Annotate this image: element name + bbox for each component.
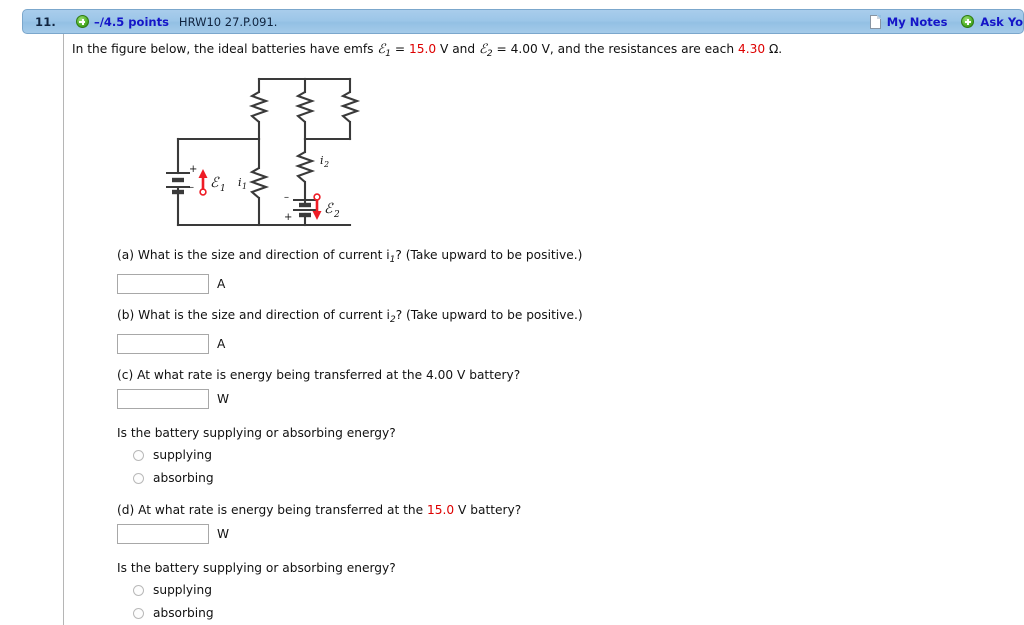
circuit-svg: + – ℰ 1 – + ℰ 2 i 1 i 2 bbox=[166, 77, 361, 227]
plus-circle-icon[interactable] bbox=[75, 15, 89, 28]
part-c-followup-question: Is the battery supplying or absorbing en… bbox=[117, 426, 396, 440]
emf1-direction-arrow bbox=[198, 169, 208, 196]
part-a-answer-row: A bbox=[117, 274, 582, 294]
points-label: –/4.5 points bbox=[93, 14, 169, 29]
part-c-question-pre: (c) At what rate is energy being transfe… bbox=[117, 368, 426, 382]
part-d-answer-input[interactable] bbox=[117, 524, 209, 544]
part-a-question-tail: ? (Take upward to be positive.) bbox=[395, 248, 583, 262]
left-divider-rule bbox=[63, 34, 64, 625]
part-d-followup-question: Is the battery supplying or absorbing en… bbox=[117, 561, 396, 575]
radio-button-icon[interactable] bbox=[133, 584, 144, 596]
part-b-unit: A bbox=[217, 337, 226, 351]
intro-text-1: In the figure below, the ideal batteries… bbox=[72, 42, 378, 56]
part-d-option-absorbing[interactable]: absorbing bbox=[133, 606, 521, 620]
radio-button-icon[interactable] bbox=[133, 449, 144, 461]
part-b-question: (b) What is the size and direction of cu… bbox=[117, 307, 583, 328]
equals-1: = bbox=[391, 42, 409, 56]
battery2-minus-sign: – bbox=[284, 192, 289, 203]
note-page-icon[interactable] bbox=[869, 14, 881, 29]
emf1-value: 15.0 bbox=[408, 42, 437, 56]
part-c-answer-input[interactable] bbox=[117, 389, 209, 409]
part-c-question-post: V battery? bbox=[453, 368, 521, 382]
part-d-answer-row: W bbox=[117, 524, 521, 544]
part-c-answer-row: W bbox=[117, 389, 520, 409]
question-number: 11. bbox=[35, 14, 56, 29]
part-b-answer-input[interactable] bbox=[117, 334, 209, 354]
part-a-answer-input[interactable] bbox=[117, 274, 209, 294]
resistance-value: 4.30 bbox=[737, 42, 766, 56]
emf1-figure-subscript: 1 bbox=[220, 184, 226, 194]
i2-label: i bbox=[320, 154, 324, 167]
part-d-unit: W bbox=[217, 527, 230, 541]
part-c-option-supplying[interactable]: supplying bbox=[133, 448, 520, 462]
battery1-plus-sign: + bbox=[189, 164, 197, 175]
resistor-top-middle bbox=[294, 91, 316, 123]
resistor-top-left bbox=[248, 91, 270, 123]
part-a-question-text: (a) What is the size and direction of cu… bbox=[117, 248, 390, 262]
emf2-symbol: ℰ bbox=[479, 42, 487, 57]
emf2-value: 4.00 bbox=[510, 42, 538, 56]
part-a-unit: A bbox=[217, 277, 226, 291]
question-content: In the figure below, the ideal batteries… bbox=[72, 41, 1012, 63]
emf1-figure-label: ℰ bbox=[210, 175, 220, 191]
part-b-answer-row: A bbox=[117, 334, 583, 354]
part-d-option-supplying[interactable]: supplying bbox=[133, 583, 521, 597]
part-d-question-value: 15.0 bbox=[427, 503, 455, 517]
part-d-question-pre: (d) At what rate is energy being transfe… bbox=[117, 503, 428, 517]
part-c-option-absorbing-label: absorbing bbox=[153, 471, 214, 485]
battery1-minus-sign: – bbox=[189, 182, 194, 193]
plus-circle-icon-ask[interactable] bbox=[961, 15, 975, 28]
part-d-option-absorbing-label: absorbing bbox=[153, 606, 214, 620]
part-c-option-supplying-label: supplying bbox=[153, 448, 212, 462]
radio-button-icon[interactable] bbox=[133, 607, 144, 619]
resistor-i1 bbox=[248, 167, 270, 199]
question-header-bar: 11. –/4.5 points HRW10 27.P.091. My Note… bbox=[22, 9, 1024, 34]
part-c-unit: W bbox=[217, 392, 230, 406]
part-a: (a) What is the size and direction of cu… bbox=[117, 247, 582, 294]
part-b-question-text: (b) What is the size and direction of cu… bbox=[117, 308, 390, 322]
radio-button-icon[interactable] bbox=[133, 472, 144, 484]
part-d-option-supplying-label: supplying bbox=[153, 583, 212, 597]
part-c: (c) At what rate is energy being transfe… bbox=[117, 367, 520, 485]
ohm-unit: Ω. bbox=[765, 42, 783, 56]
intro-text-3: V, and the resistances are each bbox=[537, 42, 738, 56]
emf2-figure-subscript: 2 bbox=[333, 210, 340, 220]
equals-2: = bbox=[492, 42, 511, 56]
resistor-i2 bbox=[294, 151, 316, 183]
part-a-question: (a) What is the size and direction of cu… bbox=[117, 247, 582, 268]
intro-text-2: V and bbox=[436, 42, 479, 56]
i1-label-subscript: 1 bbox=[242, 182, 247, 191]
i2-label-subscript: 2 bbox=[323, 160, 329, 169]
part-b-question-tail: ? (Take upward to be positive.) bbox=[395, 308, 583, 322]
battery2-plus-sign: + bbox=[284, 212, 292, 223]
circuit-diagram: + – ℰ 1 – + ℰ 2 i 1 i 2 bbox=[150, 70, 380, 235]
emf2-figure-label: ℰ bbox=[324, 201, 334, 217]
part-d-question-post: V battery? bbox=[454, 503, 522, 517]
my-notes-link[interactable]: My Notes bbox=[887, 15, 948, 29]
resistor-top-right bbox=[339, 91, 361, 123]
question-code: HRW10 27.P.091. bbox=[178, 14, 278, 29]
part-c-option-absorbing[interactable]: absorbing bbox=[133, 471, 520, 485]
part-c-question: (c) At what rate is energy being transfe… bbox=[117, 367, 520, 383]
ask-your-teacher-link[interactable]: Ask Yo bbox=[980, 15, 1023, 29]
emf2-direction-arrow bbox=[312, 193, 322, 220]
part-d-question: (d) At what rate is energy being transfe… bbox=[117, 502, 521, 518]
part-d: (d) At what rate is energy being transfe… bbox=[117, 502, 521, 620]
part-b: (b) What is the size and direction of cu… bbox=[117, 307, 583, 354]
i1-label: i bbox=[238, 176, 242, 189]
intro-statement: In the figure below, the ideal batteries… bbox=[72, 41, 1012, 63]
part-c-question-value: 4.00 bbox=[425, 368, 454, 382]
